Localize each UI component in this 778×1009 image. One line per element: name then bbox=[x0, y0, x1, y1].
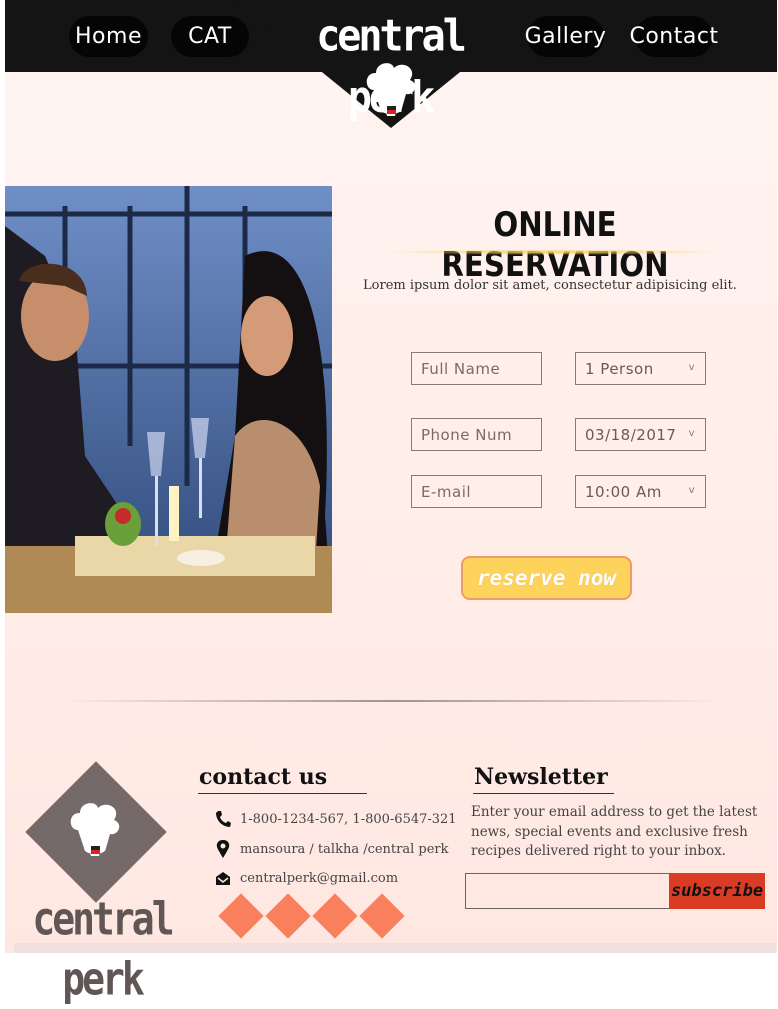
nav-contact[interactable]: Contact bbox=[629, 16, 718, 57]
time-select[interactable]: 10:00 Am v bbox=[575, 475, 706, 508]
subscribe-button[interactable]: subscribe bbox=[669, 873, 765, 909]
phone-icon bbox=[216, 811, 231, 827]
reservation-subtitle: Lorem ipsum dolor sit amet, consectetur … bbox=[363, 278, 737, 293]
nav-gallery[interactable]: Gallery bbox=[525, 16, 606, 57]
contact-address: mansoura / talkha /central perk bbox=[215, 840, 449, 858]
location-icon bbox=[216, 840, 230, 858]
newsletter-heading-underline bbox=[473, 793, 614, 794]
newsletter-heading: Newsletter bbox=[474, 764, 608, 790]
contact-phone: 1-800-1234-567, 1-800-6547-321 bbox=[215, 810, 457, 828]
reserve-now-button[interactable]: reserve now bbox=[461, 556, 632, 600]
title-underline bbox=[378, 249, 728, 255]
site-logo[interactable]: central perk bbox=[300, 5, 480, 123]
nav-home[interactable]: Home bbox=[69, 16, 148, 57]
contact-heading-underline bbox=[198, 793, 367, 794]
chef-hat-icon bbox=[70, 803, 120, 856]
chevron-down-icon: v bbox=[688, 428, 695, 439]
nav-cat[interactable]: CAT bbox=[171, 16, 249, 57]
persons-select[interactable]: 1 Person v bbox=[575, 352, 706, 385]
date-value: 03/18/2017 bbox=[585, 425, 677, 444]
newsletter-text: Enter your email address to get the late… bbox=[471, 804, 758, 859]
mail-icon bbox=[216, 872, 230, 885]
persons-value: 1 Person bbox=[585, 359, 654, 378]
section-divider bbox=[60, 700, 725, 702]
dinner-photo bbox=[5, 186, 332, 613]
date-select[interactable]: 03/18/2017 v bbox=[575, 418, 706, 451]
address-text: mansoura / talkha /central perk bbox=[240, 841, 449, 857]
email-text[interactable]: centralperk@gmail.com bbox=[240, 871, 398, 886]
chevron-down-icon: v bbox=[688, 485, 695, 496]
chef-hat-icon bbox=[366, 63, 416, 116]
bottom-strip bbox=[14, 943, 776, 953]
time-value: 10:00 Am bbox=[585, 482, 662, 501]
email-input[interactable] bbox=[411, 475, 542, 508]
footer-logo[interactable]: central perk bbox=[14, 889, 190, 1006]
contact-heading: contact us bbox=[199, 764, 328, 790]
newsletter-email-input[interactable] bbox=[465, 873, 670, 909]
contact-email: centralperk@gmail.com bbox=[215, 869, 398, 887]
full-name-input[interactable] bbox=[411, 352, 542, 385]
chevron-down-icon: v bbox=[688, 362, 695, 373]
phone-text: 1-800-1234-567, 1-800-6547-321 bbox=[240, 811, 457, 827]
phone-input[interactable] bbox=[411, 418, 542, 451]
reservation-title: ONLINE RESERVATION bbox=[441, 205, 669, 285]
